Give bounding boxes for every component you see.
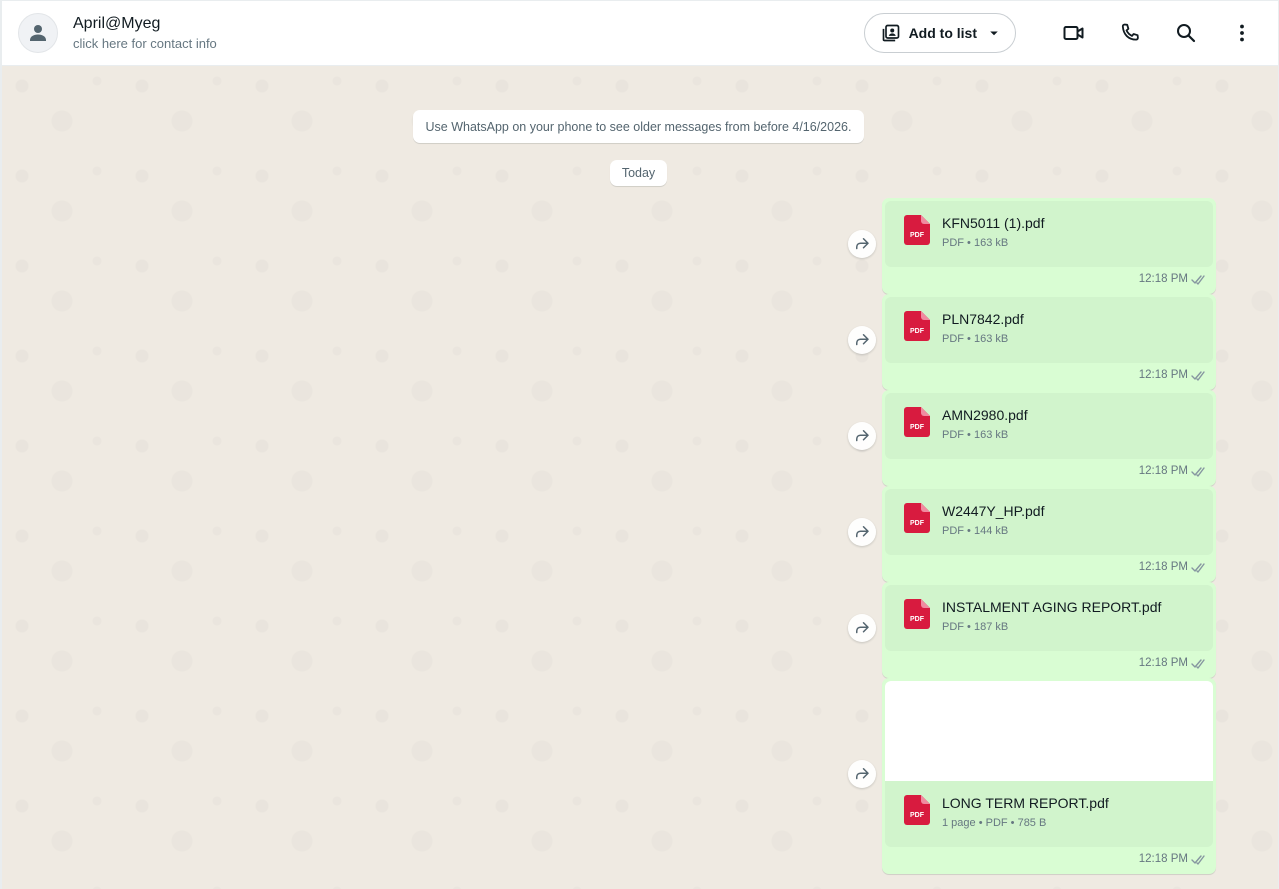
document-name: KFN5011 (1).pdf [942, 215, 1045, 231]
message-bubble[interactable]: PDF LONG TERM REPORT.pdf 1 page • PDF • … [882, 678, 1216, 874]
double-check-icon [1191, 854, 1205, 865]
forward-button[interactable] [848, 614, 876, 642]
message-meta: 12:18 PM [885, 555, 1213, 579]
document-name: INSTALMENT AGING REPORT.pdf [942, 599, 1162, 615]
pdf-file-icon: PDF [904, 407, 930, 437]
video-call-button[interactable] [1054, 13, 1094, 53]
forward-button[interactable] [848, 230, 876, 258]
contact-info[interactable]: April@Myeg click here for contact info [73, 14, 217, 53]
document-details: LONG TERM REPORT.pdf 1 page • PDF • 785 … [942, 794, 1109, 831]
message-meta: 12:18 PM [885, 363, 1213, 387]
pdf-badge-text: PDF [910, 520, 925, 527]
more-vertical-icon [1240, 24, 1244, 42]
double-check-icon [1191, 370, 1205, 381]
document-meta: PDF • 163 kB [942, 333, 1009, 345]
chat-area[interactable]: Use WhatsApp on your phone to see older … [2, 66, 1278, 889]
message-time: 12:18 PM [1138, 465, 1188, 477]
forward-button[interactable] [848, 326, 876, 354]
document-attachment[interactable]: PDF AMN2980.pdf PDF • 163 kB [885, 393, 1213, 459]
document-attachment[interactable]: PDF KFN5011 (1).pdf PDF • 163 kB [885, 201, 1213, 267]
document-details: W2447Y_HP.pdf PDF • 144 kB [942, 502, 1044, 539]
message-bubble[interactable]: PDF W2447Y_HP.pdf PDF • 144 kB 12:18 PM [882, 486, 1216, 582]
pdf-file-icon: PDF [904, 311, 930, 341]
double-check-icon [1191, 274, 1205, 285]
forward-button[interactable] [848, 422, 876, 450]
double-check-icon [1191, 562, 1205, 573]
document-name: PLN7842.pdf [942, 311, 1024, 327]
contact-name: April@Myeg [73, 14, 161, 32]
add-to-list-button[interactable]: Add to list [863, 13, 1016, 53]
document-meta: 1 page • PDF • 785 B [942, 817, 1047, 829]
message-bubble[interactable]: PDF AMN2980.pdf PDF • 163 kB 12:18 PM [882, 390, 1216, 486]
message-meta: 12:18 PM [885, 847, 1213, 871]
document-meta: PDF • 187 kB [942, 621, 1009, 633]
message-time: 12:18 PM [1138, 369, 1188, 381]
chat-header: April@Myeg click here for contact info A… [2, 1, 1278, 66]
document-details: INSTALMENT AGING REPORT.pdf PDF • 187 kB [942, 598, 1161, 635]
contact-subtitle: click here for contact info [73, 35, 217, 51]
message-bubble[interactable]: PDF PLN7842.pdf PDF • 163 kB 12:18 PM [882, 294, 1216, 390]
document-details: PLN7842.pdf PDF • 163 kB [942, 310, 1024, 347]
double-check-icon [1191, 466, 1205, 477]
document-attachment[interactable]: PDF INSTALMENT AGING REPORT.pdf PDF • 18… [885, 585, 1213, 651]
document-name: W2447Y_HP.pdf [942, 503, 1045, 519]
pdf-badge-text: PDF [910, 616, 925, 623]
add-to-list-label: Add to list [908, 25, 977, 41]
avatar[interactable] [18, 13, 58, 53]
caret-down-icon [990, 31, 998, 36]
forward-icon [856, 526, 869, 538]
older-messages-notice[interactable]: Use WhatsApp on your phone to see older … [413, 110, 864, 143]
pdf-badge-text: PDF [910, 812, 925, 819]
double-check-icon [1191, 658, 1205, 669]
forward-icon [856, 768, 869, 780]
forward-button[interactable] [848, 518, 876, 546]
document-meta: PDF • 144 kB [942, 525, 1009, 537]
forward-icon [856, 334, 869, 346]
pdf-badge-text: PDF [910, 328, 925, 335]
document-details: AMN2980.pdf PDF • 163 kB [942, 406, 1028, 443]
person-icon [30, 25, 46, 41]
phone-icon [1121, 23, 1139, 41]
pdf-file-icon: PDF [904, 215, 930, 245]
pdf-badge-text: PDF [910, 424, 925, 431]
search-button[interactable] [1166, 13, 1206, 53]
message-bubble[interactable]: PDF KFN5011 (1).pdf PDF • 163 kB 12:18 P… [882, 198, 1216, 294]
document-attachment[interactable]: PDF W2447Y_HP.pdf PDF • 144 kB [885, 489, 1213, 555]
message-time: 12:18 PM [1138, 657, 1188, 669]
search-icon [1177, 24, 1196, 43]
header-actions: Add to list [863, 13, 1262, 53]
pdf-file-icon: PDF [904, 503, 930, 533]
message-meta: 12:18 PM [885, 459, 1213, 483]
document-attachment[interactable]: PDF PLN7842.pdf PDF • 163 kB [885, 297, 1213, 363]
document-meta: PDF • 163 kB [942, 237, 1009, 249]
message-time: 12:18 PM [1138, 273, 1188, 285]
forward-icon [856, 622, 869, 634]
document-name: AMN2980.pdf [942, 407, 1028, 423]
message-meta: 12:18 PM [885, 267, 1213, 291]
message-meta: 12:18 PM [885, 651, 1213, 675]
message-bubble[interactable]: PDF INSTALMENT AGING REPORT.pdf PDF • 18… [882, 582, 1216, 678]
document-preview[interactable] [885, 681, 1213, 781]
pdf-file-icon: PDF [904, 795, 930, 825]
date-separator: Today [610, 160, 667, 186]
forward-icon [856, 238, 869, 250]
pdf-file-icon: PDF [904, 599, 930, 629]
forward-button[interactable] [848, 760, 876, 788]
forward-icon [856, 430, 869, 442]
message-time: 12:18 PM [1138, 561, 1188, 573]
document-name: LONG TERM REPORT.pdf [942, 795, 1109, 811]
chat-window: April@Myeg click here for contact info A… [0, 0, 1279, 889]
document-meta: PDF • 163 kB [942, 429, 1009, 441]
menu-button[interactable] [1222, 13, 1262, 53]
video-camera-icon [1063, 26, 1084, 40]
document-attachment[interactable]: PDF LONG TERM REPORT.pdf 1 page • PDF • … [885, 781, 1213, 847]
contact-list-icon [882, 24, 899, 42]
voice-call-button[interactable] [1110, 13, 1150, 53]
pdf-badge-text: PDF [910, 232, 925, 239]
document-details: KFN5011 (1).pdf PDF • 163 kB [942, 214, 1044, 251]
message-time: 12:18 PM [1138, 853, 1188, 865]
